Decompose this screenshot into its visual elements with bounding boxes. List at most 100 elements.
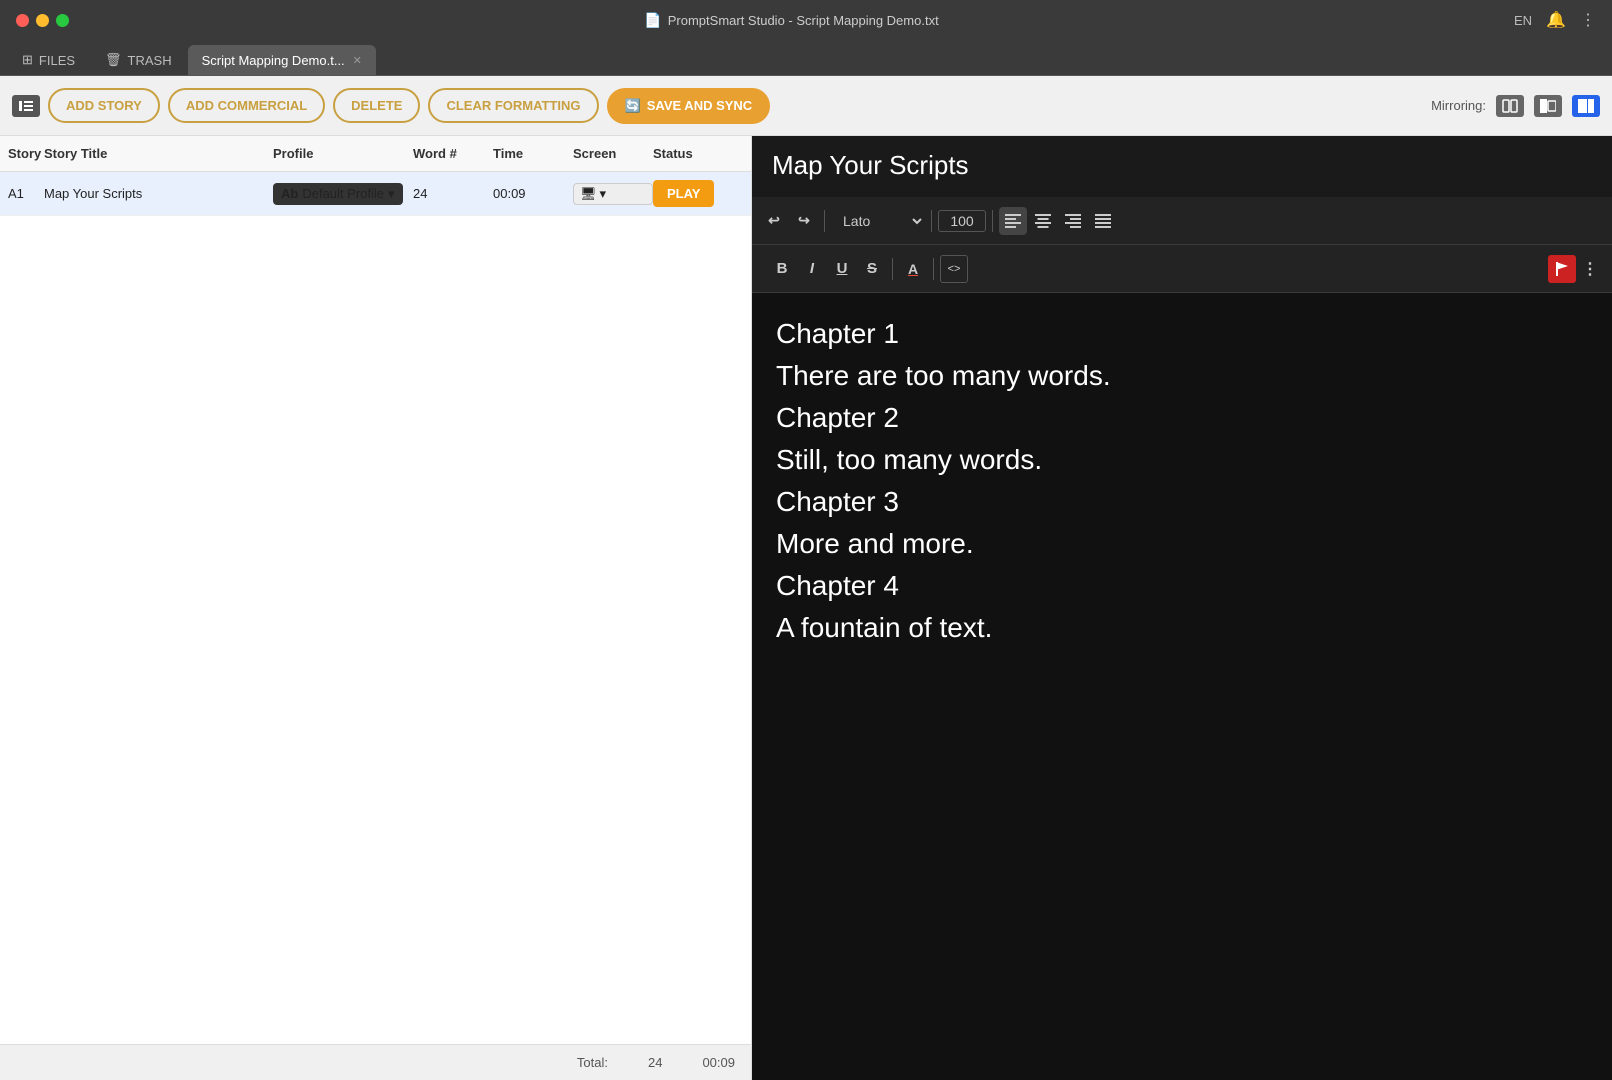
code-button[interactable]: <> [940, 255, 968, 283]
row-words: 24 [413, 186, 493, 201]
toolbar: ADD STORY ADD COMMERCIAL DELETE CLEAR FO… [0, 76, 1612, 136]
script-line-2: There are too many words. [776, 355, 1588, 397]
script-line-4: Still, too many words. [776, 439, 1588, 481]
profile-name: Default Profile [302, 186, 384, 201]
italic-button[interactable]: I [798, 255, 826, 283]
script-line-3: Chapter 2 [776, 397, 1588, 439]
alignment-group [999, 207, 1117, 235]
mirroring-mode2-icon[interactable] [1534, 95, 1562, 117]
save-icon: 🔄 [625, 98, 641, 114]
play-button[interactable]: PLAY [653, 180, 714, 207]
table-body: A1 Map Your Scripts Ab Default Profile ▾… [0, 172, 751, 1044]
col-status: Status [653, 146, 743, 161]
col-time: Time [493, 146, 573, 161]
table-row[interactable]: A1 Map Your Scripts Ab Default Profile ▾… [0, 172, 751, 216]
tab-trash[interactable]: 🗑 TRASH [91, 45, 186, 75]
align-center-button[interactable] [1029, 207, 1057, 235]
sidebar-toggle-icon[interactable] [12, 95, 40, 117]
trash-icon: 🗑 [105, 52, 122, 68]
window-title: 📄 PromptSmart Studio - Script Mapping De… [81, 12, 1502, 29]
format-toolbar-row1: ↩ ↪ Lato Arial Helvetica [752, 197, 1612, 245]
tab-script[interactable]: Script Mapping Demo.t... ✕ [188, 45, 376, 75]
script-editor[interactable]: Chapter 1 There are too many words. Chap… [752, 293, 1612, 1080]
undo-button[interactable]: ↩ [760, 207, 788, 235]
col-title: Story Title [44, 146, 273, 161]
title-bar-controls: EN 🔔 ⋮ [1514, 10, 1596, 30]
mirroring-label: Mirroring: [1431, 98, 1486, 113]
table-header: Story Story Title Profile Word # Time Sc… [0, 136, 751, 172]
undo-redo-group: ↩ ↪ [760, 207, 818, 235]
mirroring-mode3-icon[interactable] [1572, 95, 1600, 117]
language-selector[interactable]: EN [1514, 13, 1532, 28]
more-format-button[interactable]: ⋮ [1576, 255, 1604, 283]
font-selector[interactable]: Lato Arial Helvetica [831, 212, 925, 230]
mirroring-section: Mirroring: [1431, 95, 1600, 117]
screen-selector[interactable]: 🖥 ▾ [573, 183, 653, 205]
row-time: 00:09 [493, 186, 573, 201]
total-words: 24 [648, 1055, 662, 1070]
close-button[interactable] [16, 14, 29, 27]
title-bar: 📄 PromptSmart Studio - Script Mapping De… [0, 0, 1612, 40]
script-line-7: Chapter 4 [776, 565, 1588, 607]
separator3 [992, 210, 993, 232]
separator2 [931, 210, 932, 232]
add-story-button[interactable]: ADD STORY [48, 88, 160, 123]
text-format-group: B I U S [768, 255, 886, 283]
main-area: Story Story Title Profile Word # Time Sc… [0, 136, 1612, 1080]
total-time: 00:09 [702, 1055, 735, 1070]
mirroring-mode1-icon[interactable] [1496, 95, 1524, 117]
trash-tab-label: TRASH [128, 53, 172, 68]
close-tab-icon[interactable]: ✕ [353, 54, 362, 67]
screen-icon: 🖥 [580, 186, 597, 202]
script-line-1: Chapter 1 [776, 313, 1588, 355]
files-icon: ⊞ [22, 52, 33, 68]
tab-files[interactable]: ⊞ FILES [8, 45, 89, 75]
save-and-sync-button[interactable]: 🔄 SAVE AND SYNC [607, 88, 771, 124]
format-toolbar-row2: B I U S A <> ⋮ [752, 245, 1612, 293]
strikethrough-button[interactable]: S [858, 255, 886, 283]
app-title-text: PromptSmart Studio - Script Mapping Demo… [668, 13, 939, 28]
notifications-icon[interactable]: 🔔 [1546, 10, 1566, 30]
add-commercial-button[interactable]: ADD COMMERCIAL [168, 88, 325, 123]
separator1 [824, 210, 825, 232]
delete-button[interactable]: DELETE [333, 88, 420, 123]
table-footer: Total: 24 00:09 [0, 1044, 751, 1080]
minimize-button[interactable] [36, 14, 49, 27]
row-story-id: A1 [8, 186, 44, 201]
right-panel: Map Your Scripts ↩ ↪ Lato Arial Helvetic… [752, 136, 1612, 1080]
script-tab-label: Script Mapping Demo.t... [202, 53, 345, 68]
tabs-bar: ⊞ FILES 🗑 TRASH Script Mapping Demo.t...… [0, 40, 1612, 76]
col-story: Story [8, 146, 44, 161]
row-story-title: Map Your Scripts [44, 186, 273, 201]
separator5 [933, 258, 934, 280]
profile-ab-icon: Ab [281, 186, 298, 201]
bold-button[interactable]: B [768, 255, 796, 283]
row-status: PLAY [653, 180, 743, 207]
col-screen: Screen [573, 146, 653, 161]
script-line-6: More and more. [776, 523, 1588, 565]
files-tab-label: FILES [39, 53, 75, 68]
font-color-button[interactable]: A [899, 255, 927, 283]
align-justify-button[interactable] [1089, 207, 1117, 235]
save-label: SAVE AND SYNC [647, 98, 752, 113]
align-left-button[interactable] [999, 207, 1027, 235]
row-screen: 🖥 ▾ [573, 183, 653, 205]
file-icon: 📄 [644, 12, 661, 29]
underline-button[interactable]: U [828, 255, 856, 283]
maximize-button[interactable] [56, 14, 69, 27]
script-title: Map Your Scripts [772, 150, 1592, 191]
flag-button[interactable] [1548, 255, 1576, 283]
script-line-8: A fountain of text. [776, 607, 1588, 649]
clear-formatting-button[interactable]: CLEAR FORMATTING [428, 88, 598, 123]
screen-chevron-icon: ▾ [600, 186, 607, 202]
more-options-icon[interactable]: ⋮ [1580, 10, 1596, 30]
profile-chevron-icon: ▾ [388, 186, 395, 202]
col-profile: Profile [273, 146, 413, 161]
col-words: Word # [413, 146, 493, 161]
profile-dropdown[interactable]: Ab Default Profile ▾ [273, 183, 403, 205]
row-profile: Ab Default Profile ▾ [273, 183, 413, 205]
font-size-input[interactable] [938, 210, 986, 232]
redo-button[interactable]: ↪ [790, 207, 818, 235]
align-right-button[interactable] [1059, 207, 1087, 235]
script-line-5: Chapter 3 [776, 481, 1588, 523]
